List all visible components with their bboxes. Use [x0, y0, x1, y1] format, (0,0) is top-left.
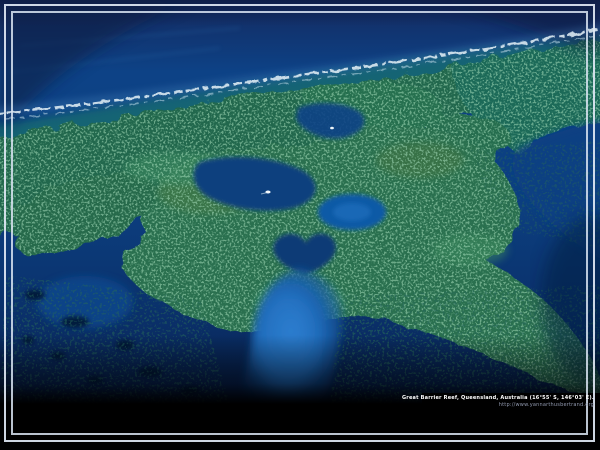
photo-caption: Great Barrier Reef, Queensland, Australi… — [402, 394, 594, 409]
desktop-wallpaper: Great Barrier Reef, Queensland, Australi… — [0, 0, 600, 450]
caption-title: Great Barrier Reef, Queensland, Australi… — [402, 394, 594, 402]
caption-url: http://www.yannarthusbertrand.org — [402, 402, 594, 409]
reef-aerial-photo — [0, 0, 600, 450]
